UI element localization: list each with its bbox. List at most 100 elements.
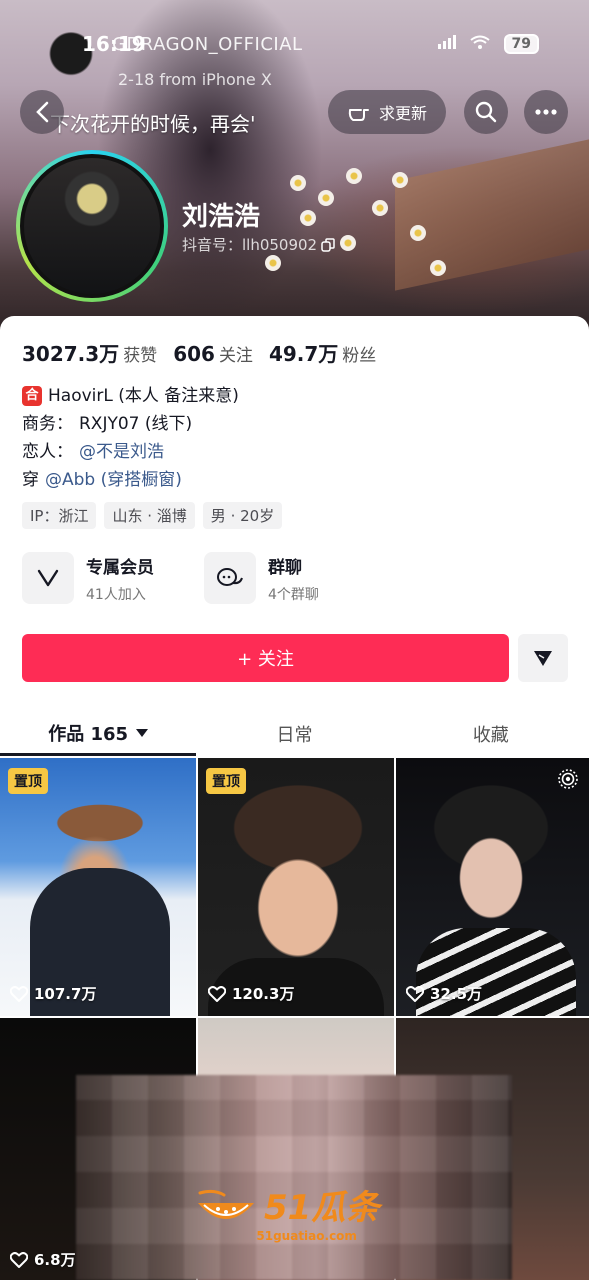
video-thumbnail[interactable]: 置顶 120.3万 (198, 758, 394, 1016)
watermelon-logo-icon (198, 1189, 254, 1219)
stat-label: 粉丝 (342, 346, 377, 366)
tab-daily[interactable]: 日常 (196, 712, 392, 756)
stat-following[interactable]: 606 关注 (173, 341, 253, 366)
stat-value: 606 (173, 342, 215, 366)
cover-building-decoration (395, 139, 589, 291)
video-likes: 107.7万 (10, 983, 96, 1004)
flower-decoration (265, 255, 281, 271)
profile-cover: GDRAGON_OFFICIAL 2-18 from iPhone X 下次花开… (0, 0, 589, 340)
heart-icon (208, 985, 226, 1002)
watermark-url: 51guatiao.com (256, 1229, 357, 1243)
profile-tags: IP：浙江 山东 · 淄博 男 · 20岁 (22, 502, 283, 529)
group-chat-icon (204, 552, 256, 604)
flower-decoration (430, 260, 446, 276)
bio-mention-link[interactable]: @Abb (穿搭橱窗) (45, 466, 182, 494)
more-options-button[interactable] (524, 90, 568, 134)
request-update-button[interactable]: 求更新 (328, 90, 446, 134)
bio-line: 恋人： @不是刘浩 (22, 438, 239, 466)
stat-likes[interactable]: 3027.3万 获赞 (22, 338, 157, 367)
flower-decoration (410, 225, 426, 241)
profile-bio: 合 HaovirL (本人 备注来意) 商务： RXJY07 (线下) 恋人： … (22, 382, 239, 494)
caret-down-icon (136, 728, 149, 737)
video-likes: 120.3万 (208, 983, 294, 1004)
back-button[interactable] (20, 90, 64, 134)
copy-icon[interactable] (321, 237, 335, 252)
battery-indicator: 79 (503, 34, 539, 54)
douyin-id[interactable]: 抖音号：llh050902 (182, 234, 335, 255)
bio-line: 合 HaovirL (本人 备注来意) (22, 382, 239, 410)
bio-text: HaovirL (本人 备注来意) (48, 386, 239, 406)
feature-title: 群聊 (268, 557, 302, 578)
bio-mention-link[interactable]: @不是刘浩 (79, 438, 164, 466)
douyin-id-text: 抖音号：llh050902 (182, 236, 318, 254)
flower-decoration (290, 175, 306, 191)
video-likes: 32.5万 (406, 983, 482, 1004)
stat-value: 3027.3万 (22, 342, 120, 366)
tab-works[interactable]: 作品 165 (0, 712, 197, 756)
feature-title: 专属会员 (86, 557, 154, 578)
post-source: from iPhone X (159, 70, 272, 89)
heart-icon (10, 1251, 28, 1268)
bio-line: 商务： RXJY07 (线下) (22, 410, 239, 438)
city-tag[interactable]: 山东 · 淄博 (104, 502, 195, 529)
pixelated-overlay (76, 1075, 512, 1280)
profile-avatar-image (20, 154, 164, 298)
wifi-icon (469, 35, 490, 53)
status-time: 16:19 (82, 32, 146, 56)
flower-decoration (318, 190, 334, 206)
group-chat-entry[interactable]: 群聊 4个群聊 (204, 552, 319, 604)
pinned-badge: 置顶 (8, 768, 48, 794)
membership-entry[interactable]: 专属会员 41人加入 (22, 552, 154, 604)
post-meta: 2-18 from iPhone X (118, 70, 272, 89)
flower-decoration (372, 200, 388, 216)
like-count: 32.5万 (430, 985, 483, 1003)
v-membership-icon (22, 552, 74, 604)
heart-icon (406, 985, 424, 1002)
profile-card: 3027.3万 获赞 606 关注 49.7万 粉丝 合 HaovirL (本人… (0, 316, 589, 756)
video-thumbnail[interactable]: 32.5万 (396, 758, 589, 1016)
ip-location-tag: IP：浙江 (22, 502, 97, 529)
bio-label: 穿 (22, 470, 39, 490)
bio-text: RXJY07 (线下) (79, 414, 193, 434)
follow-button[interactable]: + 关注 (22, 634, 509, 682)
feature-subtitle: 41人加入 (86, 586, 146, 603)
more-dots-icon (535, 109, 557, 115)
stat-value: 49.7万 (268, 342, 339, 366)
stat-followers[interactable]: 49.7万 粉丝 (269, 338, 376, 367)
like-count: 107.7万 (34, 985, 97, 1003)
bio-line: 穿 @Abb (穿搭橱窗) (22, 466, 239, 494)
profile-avatar[interactable] (16, 150, 168, 302)
caret-down-icon (534, 651, 552, 666)
content-tabs: 作品 165 日常 收藏 (0, 712, 589, 756)
request-update-label: 求更新 (378, 104, 427, 123)
signal-icon (437, 35, 456, 53)
watermark-main: 51瓜条 (194, 1180, 379, 1229)
status-icons: 79 (437, 34, 539, 54)
live-photo-icon (557, 768, 579, 794)
heart-icon (10, 985, 28, 1002)
bio-label: 商务： (22, 414, 73, 434)
bio-label: 恋人： (22, 442, 73, 462)
tab-label: 日常 (276, 725, 313, 746)
flower-decoration (392, 172, 408, 188)
profile-stats: 3027.3万 获赞 606 关注 49.7万 粉丝 (22, 338, 376, 367)
tab-label: 作品 165 (48, 723, 129, 745)
profile-name: 刘浩浩 (182, 202, 261, 232)
watermark-text: 51瓜条 (264, 1188, 380, 1228)
tab-label: 收藏 (472, 725, 509, 746)
pointing-hand-icon (348, 109, 369, 121)
recommend-toggle-button[interactable] (518, 634, 568, 682)
search-button[interactable] (464, 90, 508, 134)
pinned-badge: 置顶 (206, 768, 246, 794)
tab-favorites[interactable]: 收藏 (393, 712, 589, 756)
post-date: 2-18 (118, 70, 155, 89)
watermark-logo: 51瓜条 51guatiao.com (194, 1180, 379, 1243)
he-badge-icon: 合 (22, 386, 42, 406)
stat-label: 关注 (218, 346, 253, 366)
video-thumbnail[interactable]: 置顶 107.7万 (0, 758, 196, 1016)
like-count: 120.3万 (232, 985, 295, 1003)
flower-decoration (340, 235, 356, 251)
stat-label: 获赞 (123, 346, 158, 366)
like-count: 6.8万 (34, 1251, 76, 1269)
post-caption: 下次花开的时候，再会' (50, 112, 256, 136)
